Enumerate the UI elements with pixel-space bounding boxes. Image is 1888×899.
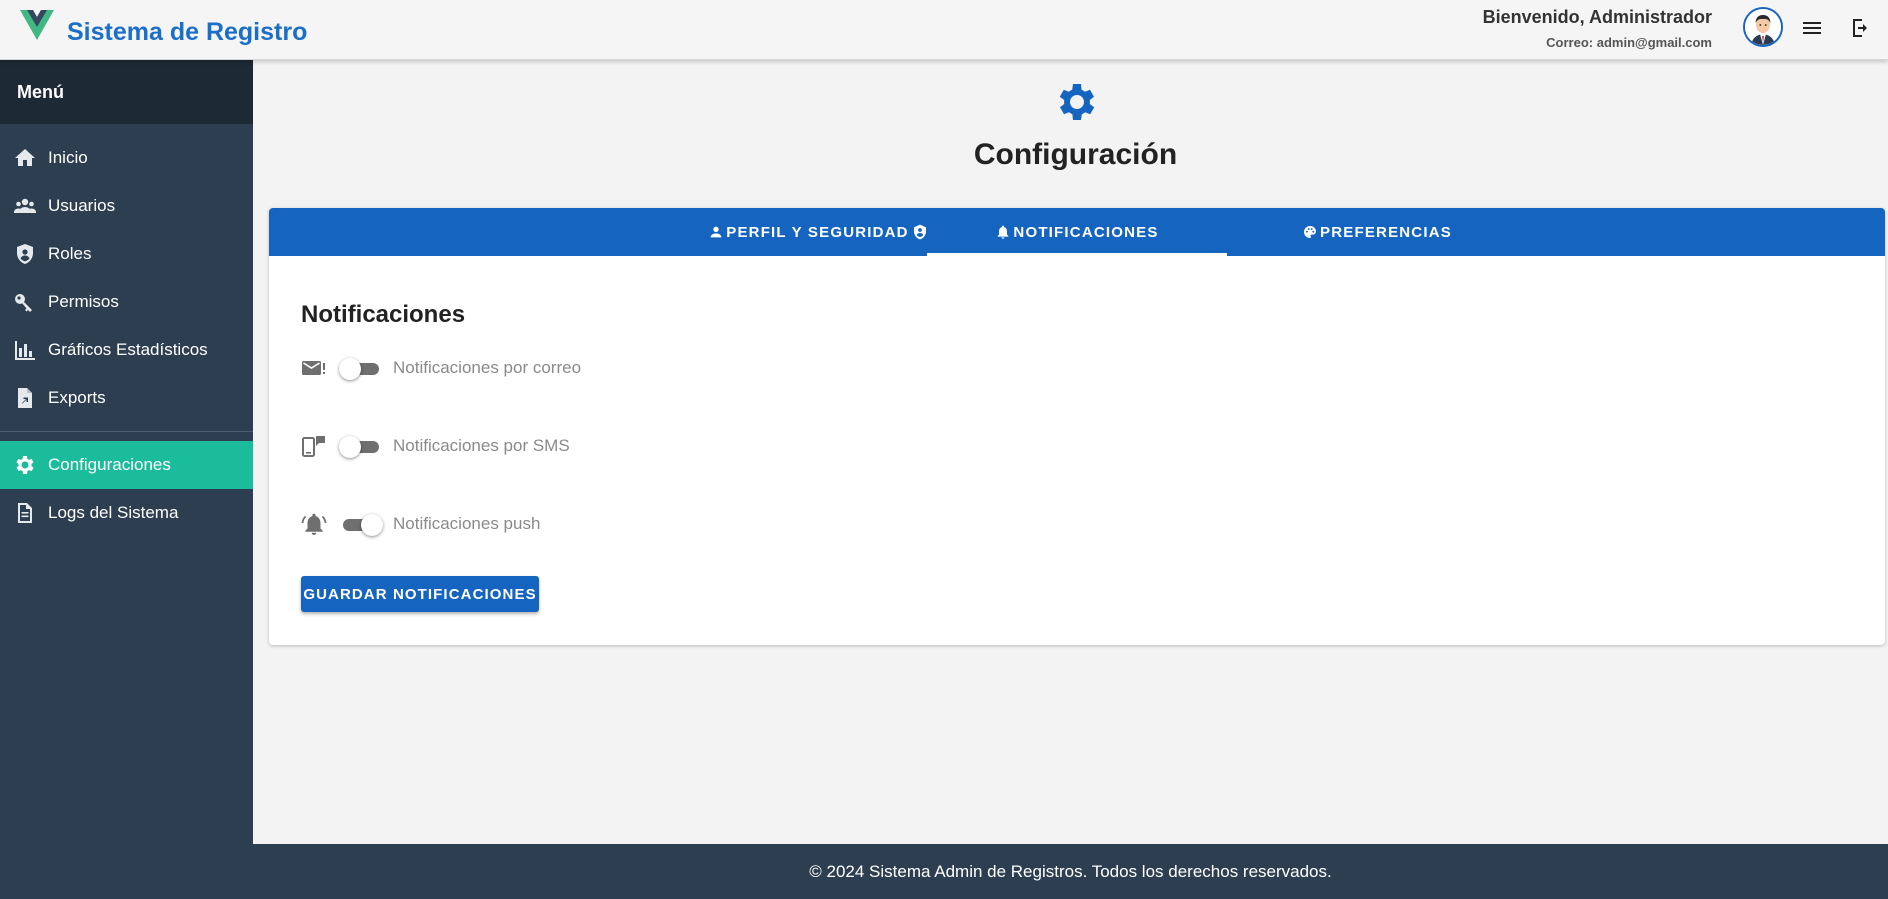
sidebar-item-logs[interactable]: Logs del Sistema xyxy=(0,489,253,537)
tab-perfil-seguridad[interactable]: PERFIL Y SEGURIDAD xyxy=(669,208,969,256)
sidebar-item-label: Gráficos Estadísticos xyxy=(48,340,208,359)
email-alert-icon xyxy=(301,355,327,381)
notification-label: Notificaciones por SMS xyxy=(393,436,570,455)
footer: © 2024 Sistema Admin de Registros. Todos… xyxy=(253,844,1888,899)
document-icon xyxy=(13,501,37,525)
sidebar-item-graficos[interactable]: Gráficos Estadísticos xyxy=(0,326,253,374)
settings-card: PERFIL Y SEGURIDAD NOTIFICACIONES PREFER… xyxy=(269,208,1885,645)
push-notifications-toggle[interactable] xyxy=(339,511,383,537)
sidebar-divider xyxy=(0,431,253,432)
sidebar-title: Menú xyxy=(0,60,253,124)
welcome-text: Bienvenido, Administrador xyxy=(1482,7,1712,27)
bell-icon xyxy=(995,224,1011,240)
sidebar-item-configuraciones[interactable]: Configuraciones xyxy=(0,441,253,489)
section-title: Notificaciones xyxy=(301,301,466,328)
notification-label: Notificaciones por correo xyxy=(393,358,582,377)
account-shield-icon xyxy=(912,224,928,240)
key-icon xyxy=(13,290,37,314)
app-title: Sistema de Registro xyxy=(67,18,308,46)
logout-icon[interactable] xyxy=(1848,16,1872,40)
bar-chart-icon xyxy=(13,338,37,362)
sidebar-item-exports[interactable]: Exports xyxy=(0,374,253,422)
tab-label: NOTIFICACIONES xyxy=(1013,223,1159,241)
sidebar-item-usuarios[interactable]: Usuarios xyxy=(0,182,253,230)
avatar[interactable] xyxy=(1743,7,1783,47)
tab-preferencias[interactable]: PREFERENCIAS xyxy=(1227,208,1527,256)
sidebar-item-label: Configuraciones xyxy=(48,455,171,474)
sidebar-item-label: Usuarios xyxy=(48,196,116,215)
menu-icon[interactable] xyxy=(1800,16,1824,40)
notification-label: Notificaciones push xyxy=(393,514,541,533)
save-notifications-button[interactable]: GUARDAR NOTIFICACIONES xyxy=(301,576,539,612)
sms-notifications-toggle[interactable] xyxy=(339,433,383,459)
sidebar-item-label: Permisos xyxy=(48,292,119,311)
sidebar-item-label: Exports xyxy=(48,388,106,407)
toggle-thumb xyxy=(361,514,383,536)
sidebar-item-label: Roles xyxy=(48,244,92,263)
toggle-thumb xyxy=(339,358,361,380)
sidebar-item-label: Inicio xyxy=(48,148,88,167)
palette-icon xyxy=(1302,224,1318,240)
notification-sms-row: Notificaciones por SMS xyxy=(301,431,570,461)
home-icon xyxy=(13,146,37,170)
sidebar: Menú Inicio Usuarios Roles Permisos Gráf… xyxy=(0,60,253,899)
users-icon xyxy=(13,194,37,218)
notification-push-row: Notificaciones push xyxy=(301,509,540,539)
bell-ring-icon xyxy=(301,511,327,537)
user-email: Correo: admin@gmail.com xyxy=(1546,35,1712,50)
tab-bar: PERFIL Y SEGURIDAD NOTIFICACIONES PREFER… xyxy=(269,208,1885,256)
cellphone-message-icon xyxy=(301,433,327,459)
gear-icon xyxy=(1053,78,1101,126)
shield-icon xyxy=(13,242,37,266)
tab-label: PREFERENCIAS xyxy=(1320,223,1452,241)
tab-label: PERFIL Y SEGURIDAD xyxy=(726,223,909,241)
vue-logo-icon xyxy=(20,10,54,40)
main-content: Configuración PERFIL Y SEGURIDAD NOTIFIC… xyxy=(253,60,1888,844)
email-notifications-toggle[interactable] xyxy=(339,355,383,381)
user-info: Bienvenido, Administrador Correo: admin@… xyxy=(1483,7,1712,50)
sidebar-item-inicio[interactable]: Inicio xyxy=(0,134,253,182)
tab-notificaciones[interactable]: NOTIFICACIONES xyxy=(927,208,1227,256)
gear-icon xyxy=(13,453,37,477)
person-icon xyxy=(708,224,724,240)
notification-email-row: Notificaciones por correo xyxy=(301,353,581,383)
top-app-bar: Sistema de Registro Bienvenido, Administ… xyxy=(0,0,1888,60)
footer-text: © 2024 Sistema Admin de Registros. Todos… xyxy=(809,861,1332,881)
sidebar-item-label: Logs del Sistema xyxy=(48,503,179,522)
page-title: Configuración xyxy=(973,138,1178,171)
sidebar-item-permisos[interactable]: Permisos xyxy=(0,278,253,326)
toggle-thumb xyxy=(339,436,361,458)
file-export-icon xyxy=(13,386,37,410)
sidebar-item-roles[interactable]: Roles xyxy=(0,230,253,278)
